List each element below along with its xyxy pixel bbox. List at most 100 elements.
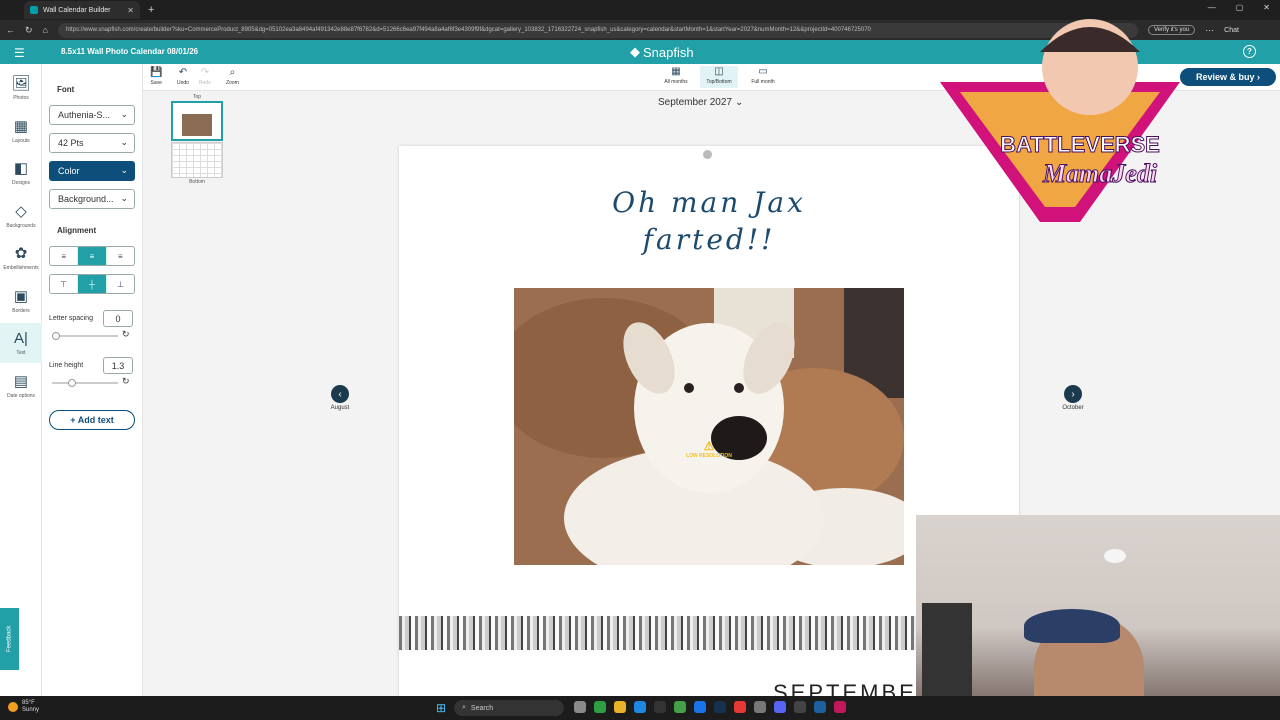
slider-knob[interactable] <box>52 332 60 340</box>
snapfish-favicon-icon <box>30 6 38 14</box>
close-tab-icon[interactable]: ✕ <box>127 6 134 15</box>
app-icon[interactable] <box>794 701 806 713</box>
align-center-icon[interactable]: ≡ <box>78 247 107 265</box>
font-size-select[interactable]: 42 Pts ⌄ <box>49 133 135 153</box>
view-full-month[interactable]: ▭ Full month <box>744 66 782 88</box>
temperature: 85°F <box>22 700 35 706</box>
save-button[interactable]: 💾 Save <box>150 67 162 86</box>
thumb-top[interactable] <box>171 101 223 141</box>
line-height-slider[interactable] <box>52 379 118 387</box>
app-icon[interactable] <box>694 701 706 713</box>
discord-icon[interactable] <box>774 701 786 713</box>
redo-button[interactable]: ↷ Redo <box>199 67 211 86</box>
embellishments-icon: ✿ <box>14 245 28 262</box>
zoom-button[interactable]: ⌕ Zoom <box>226 67 239 86</box>
thumb-bottom[interactable] <box>171 142 223 178</box>
align-bottom-icon[interactable]: ⊥ <box>107 275 134 293</box>
rail-embellishments[interactable]: ✿ Embellishments <box>0 238 42 278</box>
weather-condition: Sunny <box>22 707 40 713</box>
align-right-icon[interactable]: ≡ <box>107 247 134 265</box>
rail-borders[interactable]: ▣ Borders <box>0 281 42 321</box>
app-icon[interactable] <box>834 701 846 713</box>
logo-word-1: BATTLEVERSE <box>1000 132 1160 157</box>
help-icon[interactable]: ? <box>1243 45 1256 58</box>
alignment-heading: Alignment <box>57 226 97 235</box>
search-icon: ⌕ <box>462 704 466 711</box>
sun-icon <box>8 702 18 712</box>
view-all-months[interactable]: ▦ All months <box>657 66 695 88</box>
browser-tab[interactable]: Wall Calendar Builder ✕ <box>24 1 140 19</box>
slider-knob[interactable] <box>68 379 76 387</box>
zoom-icon: ⌕ <box>229 67 236 78</box>
project-title[interactable]: 8.5x11 Wall Photo Calendar 08/01/26 <box>61 47 198 56</box>
chevron-left-icon: ‹ <box>331 385 349 403</box>
prev-month-button[interactable]: ‹ August <box>320 385 360 411</box>
rail-date-options[interactable]: ▤ Date options <box>0 366 42 406</box>
rail-designs[interactable]: ◧ Designs <box>0 153 42 193</box>
xbox-icon[interactable] <box>594 701 606 713</box>
rail-text[interactable]: A| Text <box>0 323 42 363</box>
caption-text[interactable]: Oh man Jax farted!! <box>399 184 1019 258</box>
windows-start-icon[interactable]: ⊞ <box>436 701 446 715</box>
window-controls: — ▢ ✕ <box>1208 3 1270 12</box>
fish-icon: ◆ <box>630 44 640 59</box>
chevron-right-icon: › <box>1064 385 1082 403</box>
more-menu-icon[interactable]: ⋯ <box>1205 25 1214 36</box>
review-buy-button[interactable]: Review & buy › <box>1180 68 1276 86</box>
month-selector[interactable]: September 2027 ⌄ <box>658 97 743 108</box>
back-icon[interactable]: ← <box>6 25 15 35</box>
snapfish-logo: ◆ Snapfish <box>630 44 694 60</box>
feedback-tab[interactable]: Feedback <box>0 608 19 670</box>
taskbar-search[interactable]: ⌕ Search <box>454 700 564 716</box>
weather-widget[interactable]: 85°F Sunny <box>8 700 39 714</box>
new-tab-icon[interactable]: + <box>148 4 154 16</box>
epic-games-icon[interactable] <box>654 701 666 713</box>
hamburger-menu-icon[interactable]: ☰ <box>14 46 25 60</box>
background-select[interactable]: Background... ⌄ <box>49 189 135 209</box>
reset-letter-spacing-icon[interactable]: ↻ <box>122 329 130 340</box>
app-icon[interactable] <box>814 701 826 713</box>
color-select[interactable]: Color ⌄ <box>49 161 135 181</box>
reload-icon[interactable]: ↻ <box>25 25 33 36</box>
webcam-overlay <box>916 515 1280 720</box>
align-top-icon[interactable]: ⊤ <box>50 275 79 293</box>
letter-spacing-slider[interactable] <box>52 332 118 340</box>
align-middle-icon[interactable]: ┼ <box>78 275 107 293</box>
horizontal-alignment: ≡ ≡ ≡ <box>49 246 135 266</box>
rail-backgrounds[interactable]: ◇ Backgrounds <box>0 196 42 236</box>
line-height-label: Line height <box>49 362 84 369</box>
full-month-icon: ▭ <box>758 66 768 77</box>
align-left-icon[interactable]: ≡ <box>50 247 79 265</box>
rail-photos[interactable]: 🖼 Photos <box>0 68 42 108</box>
file-explorer-icon[interactable] <box>614 701 626 713</box>
maximize-icon[interactable]: ▢ <box>1236 3 1244 12</box>
line-height-input[interactable]: 1.3 <box>103 357 133 374</box>
app-icon[interactable] <box>674 701 686 713</box>
home-icon[interactable]: ⌂ <box>43 25 48 35</box>
close-window-icon[interactable]: ✕ <box>1263 3 1270 12</box>
chat-button[interactable]: Chat <box>1224 27 1239 34</box>
next-month-button[interactable]: › October <box>1053 385 1093 411</box>
rail-layouts[interactable]: ▦ Layouts <box>0 111 42 151</box>
app-icon[interactable] <box>734 701 746 713</box>
font-family-select[interactable]: Authenia-S... ⌄ <box>49 105 135 125</box>
grid-icon: ▦ <box>671 66 681 77</box>
task-view-icon[interactable] <box>574 701 586 713</box>
low-resolution-warning: ⚠ LOW RESOLUTION <box>682 439 736 459</box>
minimize-icon[interactable]: — <box>1208 3 1216 12</box>
view-top-bottom[interactable]: ◫ Top/Bottom <box>700 66 738 88</box>
hanger-hole <box>703 150 712 159</box>
left-tool-rail: 🖼 Photos ▦ Layouts ◧ Designs ◇ Backgrounds ✿… <box>0 64 42 696</box>
reset-line-height-icon[interactable]: ↻ <box>122 376 130 387</box>
undo-button[interactable]: ↶ Undo <box>177 67 189 86</box>
dog-photo[interactable] <box>514 288 904 565</box>
save-icon: 💾 <box>150 67 163 78</box>
add-text-button[interactable]: + Add text <box>49 410 135 430</box>
obs-icon[interactable] <box>754 701 766 713</box>
steam-icon[interactable] <box>714 701 726 713</box>
logo-graphic: BATTLEVERSE MamaJedi <box>940 19 1180 222</box>
undo-icon: ↶ <box>178 67 188 78</box>
letter-spacing-input[interactable]: 0 <box>103 310 133 327</box>
edge-icon[interactable] <box>634 701 646 713</box>
layouts-icon: ▦ <box>13 118 29 135</box>
